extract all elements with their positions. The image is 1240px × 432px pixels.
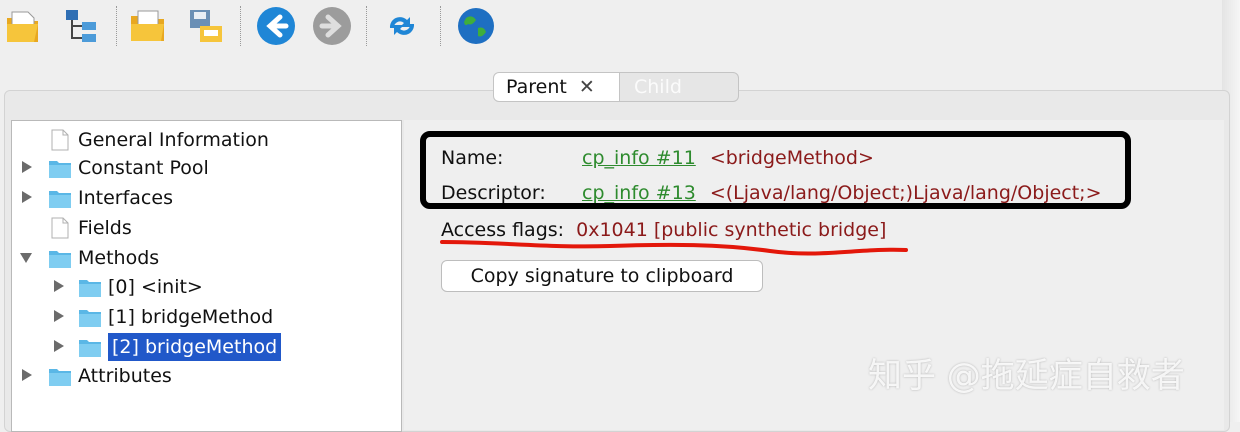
expand-arrow-icon[interactable]: [54, 340, 64, 352]
annotation-highlight-box: [420, 131, 1131, 209]
file-icon: [51, 129, 69, 151]
expand-arrow-icon[interactable]: [22, 191, 32, 203]
tree-item-label: Attributes: [78, 365, 172, 387]
tree-item-label: [0] <init>: [108, 276, 203, 298]
globe-icon[interactable]: [456, 6, 496, 46]
forward-icon: [312, 6, 352, 46]
tab-child-label: Child: [634, 76, 682, 98]
file-icon: [51, 217, 69, 239]
close-icon[interactable]: ✕: [579, 76, 595, 98]
expand-arrow-icon[interactable]: [22, 369, 32, 381]
annotation-underline: [440, 240, 908, 256]
folder-icon: [49, 191, 71, 208]
collapse-arrow-icon[interactable]: [20, 253, 32, 263]
tree-item-interfaces[interactable]: Interfaces: [48, 185, 173, 211]
tab-bar: Parent ✕ Child: [493, 72, 739, 102]
folder-icon: [49, 161, 71, 178]
tab-parent[interactable]: Parent ✕: [493, 72, 620, 102]
tree-item-attributes[interactable]: Attributes: [48, 363, 172, 389]
open-file-icon[interactable]: [4, 6, 44, 46]
tree-item-label: Methods: [78, 247, 160, 269]
tree-item-fields[interactable]: Fields: [48, 215, 132, 241]
folder-icon: [79, 280, 101, 297]
tree-item-label: [1] bridgeMethod: [108, 306, 274, 328]
tree-item-methods[interactable]: Methods: [48, 245, 159, 271]
copy-signature-button[interactable]: Copy signature to clipboard: [441, 260, 763, 292]
tree-item-method-1[interactable]: [1] bridgeMethod: [78, 304, 273, 330]
tab-child[interactable]: Child: [620, 72, 739, 102]
toolbar-separator: [440, 6, 442, 46]
toolbar-separator: [240, 6, 242, 46]
tree-item-label: Interfaces: [78, 187, 173, 209]
hierarchy-icon[interactable]: [62, 6, 102, 46]
tab-parent-label: Parent: [506, 76, 567, 98]
folder-icon: [79, 340, 101, 357]
save-icon[interactable]: [186, 6, 226, 46]
tree-item-label: Fields: [78, 217, 132, 239]
tree-item-label-selected: [2] bridgeMethod: [108, 333, 282, 361]
expand-arrow-icon[interactable]: [22, 161, 32, 173]
open-folder-icon[interactable]: [128, 6, 168, 46]
tree-item-method-2[interactable]: [2] bridgeMethod: [78, 333, 282, 361]
tree-item-general-information[interactable]: General Information: [48, 127, 269, 153]
watermark: 知乎 @拖延症自救者: [868, 356, 1185, 396]
toolbar-separator: [366, 6, 368, 46]
back-icon[interactable]: [256, 6, 296, 46]
toolbar: [0, 0, 1240, 52]
expand-arrow-icon[interactable]: [54, 310, 64, 322]
tree-item-method-0[interactable]: [0] <init>: [78, 274, 203, 300]
tree-item-constant-pool[interactable]: Constant Pool: [48, 155, 209, 181]
tree-item-label: Constant Pool: [78, 157, 209, 179]
expand-arrow-icon[interactable]: [54, 280, 64, 292]
folder-icon: [49, 251, 71, 268]
tree-item-label: General Information: [78, 129, 269, 151]
folder-icon: [49, 369, 71, 386]
class-structure-tree[interactable]: General Information Constant Pool Interf…: [11, 120, 402, 432]
folder-icon: [79, 310, 101, 327]
toolbar-separator: [116, 6, 118, 46]
refresh-icon[interactable]: [382, 6, 422, 46]
